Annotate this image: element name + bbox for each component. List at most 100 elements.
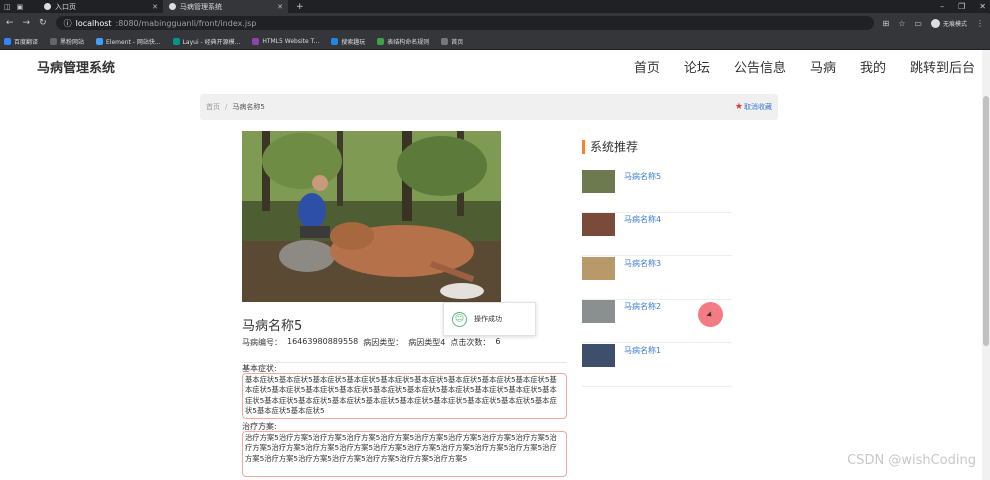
tab-title: 马病管理系统 xyxy=(180,2,222,11)
profile-label: 无痕模式 xyxy=(942,20,967,28)
bookmark-icon xyxy=(331,37,339,45)
site-nav-links: 首页 论坛 公告信息 马病 我的 跳转到后台 xyxy=(634,57,975,76)
bookmark-item[interactable]: 黑粉网站 xyxy=(50,37,84,46)
bookmark-label: 首页 xyxy=(451,38,464,46)
symptom-text: 基本症状5基本症状5基本症状5基本症状5基本症状5基本症状5基本症状5基本症状5… xyxy=(242,373,567,419)
bookmark-item[interactable]: Layui - 经典开源模... xyxy=(172,37,241,46)
disease-meta: 马病编号： 16463980889558 病因类型： 病因类型4 点击次数： 6 xyxy=(242,337,500,348)
browser-tab-strip: ◫ ▣ 入口页 ✕ 马病管理系统 ✕ + – ❐ ✕ xyxy=(0,0,990,13)
reload-icon[interactable]: ↻ xyxy=(39,18,47,28)
disease-title: 马病名称5 xyxy=(242,319,303,334)
forward-arrow-icon[interactable]: → xyxy=(23,18,31,28)
nav-horse-disease[interactable]: 马病 xyxy=(810,57,836,76)
panel-icon[interactable]: ▭ xyxy=(914,19,922,28)
page-content: 马病管理系统 首页 论坛 公告信息 马病 我的 跳转到后台 首页 / 马病名称5… xyxy=(0,50,990,480)
info-icon: ⓘ xyxy=(63,18,72,28)
recommend-item[interactable]: 马病名称5 xyxy=(582,170,732,213)
scrollbar-thumb[interactable] xyxy=(983,96,989,346)
bookmark-icon xyxy=(50,37,58,45)
recommend-item-name[interactable]: 马病名称1 xyxy=(624,345,661,356)
restore-icon[interactable]: ❐ xyxy=(958,2,965,11)
incognito-avatar-icon xyxy=(930,18,940,28)
bookmark-item[interactable]: 表结构命名规则 xyxy=(377,37,429,46)
bookmark-icon xyxy=(96,37,104,45)
address-bar-row: ← → ↻ ⓘ localhost:8080/mabingguanli/fron… xyxy=(0,13,990,33)
bookmark-label: 表结构命名规则 xyxy=(387,38,430,46)
nav-admin[interactable]: 跳转到后台 xyxy=(910,57,975,76)
meta-id-value: 16463980889558 xyxy=(287,337,359,346)
watermark: CSDN @wishCoding xyxy=(847,453,976,468)
bookmark-item[interactable]: Element - 网站快... xyxy=(96,37,161,46)
site-navbar: 马病管理系统 首页 论坛 公告信息 马病 我的 跳转到后台 xyxy=(0,50,990,82)
horse-photo-illustration xyxy=(242,131,501,302)
url-input[interactable]: ⓘ localhost:8080/mabingguanli/front/inde… xyxy=(55,16,874,30)
unfavorite-button[interactable]: ★ 取消收藏 xyxy=(735,102,772,112)
nav-announcements[interactable]: 公告信息 xyxy=(734,57,786,76)
divider xyxy=(242,362,567,363)
browser-tab-active[interactable]: 马病管理系统 ✕ xyxy=(163,0,288,13)
bookmark-star-icon[interactable]: ☆ xyxy=(898,19,905,28)
bookmark-item[interactable]: HTML5 Website T... xyxy=(252,37,320,45)
page-scrollbar[interactable] xyxy=(982,50,990,480)
tab-close-icon[interactable]: ✕ xyxy=(277,3,283,11)
bookmark-icon xyxy=(441,37,449,45)
bookmark-label: 黑粉网站 xyxy=(60,38,85,46)
breadcrumb-current: 马病名称5 xyxy=(232,103,265,111)
recommend-item-name[interactable]: 马病名称3 xyxy=(624,258,661,269)
bookmark-label: Layui - 经典开源模... xyxy=(182,38,241,46)
bookmark-item[interactable]: 搜索趣玩 xyxy=(331,37,365,46)
bookmark-icon xyxy=(377,37,385,45)
close-window-icon[interactable]: ✕ xyxy=(979,2,986,11)
unfavorite-label: 取消收藏 xyxy=(744,103,772,111)
star-icon: ★ xyxy=(734,102,743,112)
nav-forum[interactable]: 论坛 xyxy=(684,57,710,76)
globe-icon xyxy=(44,3,51,10)
recommend-item[interactable]: 马病名称3 xyxy=(582,257,732,300)
treatment-text: 治疗方案5治疗方案5治疗方案5治疗方案5治疗方案5治疗方案5治疗方案5治疗方案5… xyxy=(242,431,567,477)
bookmark-label: Element - 网站快... xyxy=(106,38,161,46)
recommend-item[interactable]: 马病名称1 xyxy=(582,344,732,387)
minimize-icon[interactable]: – xyxy=(940,2,944,11)
meta-cause-value: 病因类型4 xyxy=(408,338,446,347)
breadcrumb-separator: / xyxy=(225,103,228,111)
nav-home[interactable]: 首页 xyxy=(634,57,660,76)
recommend-heading: 系统推荐 xyxy=(582,140,638,154)
recommend-item-name[interactable]: 马病名称4 xyxy=(624,214,661,225)
browser-tab-entry[interactable]: 入口页 ✕ xyxy=(38,0,163,13)
profile-button[interactable]: 无痕模式 xyxy=(930,18,967,28)
recommend-item-name[interactable]: 马病名称2 xyxy=(624,301,661,312)
new-tab-button[interactable]: + xyxy=(288,2,312,12)
smile-icon: ☺ xyxy=(452,311,467,327)
address-bar-actions: ⊞ ☆ ▭ 无痕模式 ⋮ xyxy=(883,18,984,28)
bookmark-icon xyxy=(4,37,11,45)
bookmark-label: 搜索趣玩 xyxy=(341,38,366,46)
bookmark-label: HTML5 Website T... xyxy=(262,37,320,45)
success-toast: ☺ 操作成功 xyxy=(443,302,536,336)
tab-strip-icons: ◫ ▣ xyxy=(4,2,24,11)
meta-cause-label: 病因类型： xyxy=(363,338,404,347)
tab-close-icon[interactable]: ✕ xyxy=(152,3,158,11)
recommend-thumbnail[interactable] xyxy=(582,300,615,323)
recommend-thumbnail[interactable] xyxy=(582,213,615,236)
site-logo[interactable]: 马病管理系统 xyxy=(37,57,115,76)
bookmark-item[interactable]: 首页 xyxy=(441,37,463,46)
window-controls: – ❐ ✕ xyxy=(940,0,986,13)
bookmark-icon xyxy=(172,37,180,45)
meta-id-label: 马病编号： xyxy=(242,338,282,347)
breadcrumb-home[interactable]: 首页 xyxy=(206,102,220,112)
recommend-item[interactable]: 马病名称4 xyxy=(582,213,732,256)
nav-mine[interactable]: 我的 xyxy=(860,57,886,76)
bookmark-icon xyxy=(252,37,260,45)
breadcrumb: 首页 / 马病名称5 ★ 取消收藏 xyxy=(200,94,778,120)
menu-dots-icon[interactable]: ⋮ xyxy=(976,19,984,28)
bookmark-item[interactable]: 百度翻译 xyxy=(4,37,38,46)
back-arrow-icon[interactable]: ← xyxy=(6,18,14,28)
recommend-thumbnail[interactable] xyxy=(582,170,615,193)
translate-icon[interactable]: ⊞ xyxy=(883,19,890,28)
url-host: localhost xyxy=(75,18,112,28)
recommend-thumbnail[interactable] xyxy=(582,257,615,280)
url-path: :8080/mabingguanli/front/index.jsp xyxy=(115,18,257,28)
recommend-item-name[interactable]: 马病名称5 xyxy=(624,171,661,182)
recommend-thumbnail[interactable] xyxy=(582,344,615,367)
bookmarks-bar: 百度翻译 黑粉网站 Element - 网站快... Layui - 经典开源模...… xyxy=(0,33,990,50)
